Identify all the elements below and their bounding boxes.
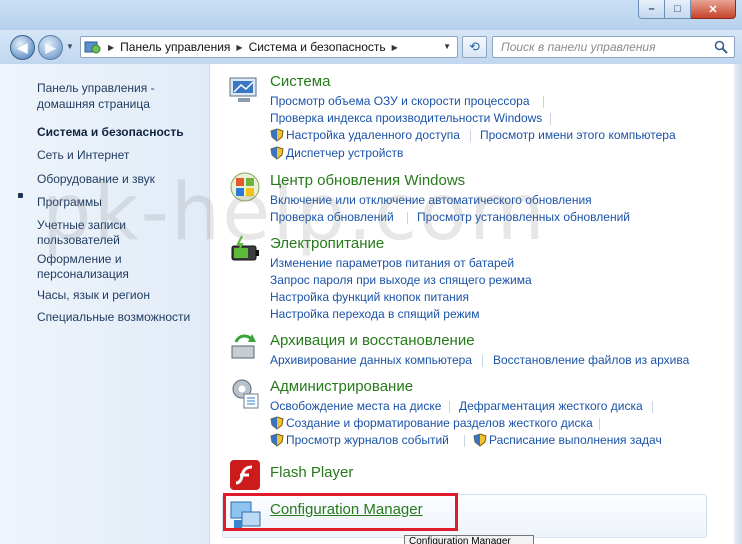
- link-divider: [482, 355, 483, 367]
- sidebar-item-programs[interactable]: Программы: [37, 194, 102, 210]
- navigation-bar: ◀ ▶ ▼ ▶ Панель управления ▶ Система и бе…: [0, 30, 742, 64]
- link-computer-name[interactable]: Просмотр имени этого компьютера: [480, 128, 676, 142]
- back-button[interactable]: ◀: [10, 35, 35, 60]
- breadcrumb-separator-icon[interactable]: ▶: [392, 43, 398, 52]
- link-divider: [550, 113, 551, 125]
- search-input[interactable]: Поиск в панели управления: [492, 36, 735, 58]
- category-title-backup[interactable]: Архивация и восстановление: [270, 332, 475, 349]
- window-controls: – □ ✕: [638, 0, 736, 19]
- breadcrumb-separator-icon[interactable]: ▶: [236, 43, 242, 52]
- refresh-icon: ⟲: [469, 39, 480, 54]
- category-title-power[interactable]: Электропитание: [270, 235, 384, 252]
- tooltip: Configuration Manager: [404, 535, 534, 544]
- windows-update-icon: [230, 172, 260, 202]
- uac-shield-icon: [270, 128, 284, 142]
- link-check-updates[interactable]: Проверка обновлений: [270, 210, 394, 224]
- sidebar-item-home-line2[interactable]: домашняя страница: [37, 96, 150, 112]
- sidebar-item-home[interactable]: Панель управления -: [37, 80, 155, 96]
- category-title-windows-update[interactable]: Центр обновления Windows: [270, 172, 465, 189]
- category-title-system[interactable]: Система: [270, 73, 330, 90]
- link-device-manager[interactable]: Диспетчер устройств: [286, 146, 403, 160]
- link-installed-updates[interactable]: Просмотр установленных обновлений: [417, 210, 630, 224]
- sidebar-item-hardware[interactable]: Оборудование и звук: [37, 171, 155, 187]
- forward-button[interactable]: ▶: [38, 35, 63, 60]
- link-event-logs[interactable]: Просмотр журналов событий: [286, 433, 449, 447]
- sidebar-item-appearance[interactable]: Оформление и: [37, 251, 122, 267]
- link-divider: [407, 212, 408, 224]
- administrative-tools-icon: [232, 379, 259, 409]
- category-title-administration[interactable]: Администрирование: [270, 378, 413, 395]
- sidebar-item-system-security: Система и безопасность: [37, 125, 184, 139]
- link-divider: [599, 418, 600, 430]
- category-title-flash-player[interactable]: Flash Player: [270, 464, 353, 481]
- forward-arrow-icon: ▶: [45, 39, 56, 55]
- control-panel-icon: [84, 39, 102, 55]
- minimize-button[interactable]: –: [638, 0, 665, 19]
- search-icon[interactable]: [714, 40, 728, 54]
- link-sleep-settings[interactable]: Настройка перехода в спящий режим: [270, 307, 479, 321]
- address-dropdown-icon[interactable]: ▼: [443, 42, 451, 51]
- link-disk-cleanup[interactable]: Освобождение места на диске: [270, 399, 441, 413]
- sidebar-item-accounts[interactable]: Учетные записи: [37, 217, 126, 233]
- breadcrumb-separator-icon[interactable]: ▶: [108, 43, 114, 52]
- sidebar: Панель управления - домашняя страница Си…: [0, 64, 210, 544]
- sidebar-item-appearance-line2[interactable]: персонализация: [37, 266, 129, 282]
- current-section-bullet-icon: [18, 193, 23, 198]
- search-placeholder: Поиск в панели управления: [501, 40, 656, 54]
- breadcrumb-system-security[interactable]: Система и безопасность: [249, 40, 386, 54]
- link-defragment[interactable]: Дефрагментация жесткого диска: [459, 399, 643, 413]
- uac-shield-icon: [270, 416, 284, 430]
- maximize-button[interactable]: □: [665, 0, 691, 19]
- breadcrumb-control-panel[interactable]: Панель управления: [120, 40, 230, 54]
- link-remote-access[interactable]: Настройка удаленного доступа: [286, 128, 460, 142]
- link-restore-files[interactable]: Восстановление файлов из архива: [493, 353, 689, 367]
- link-performance-index[interactable]: Проверка индекса производительности Wind…: [270, 111, 542, 125]
- recent-pages-dropdown-icon[interactable]: ▼: [66, 42, 74, 51]
- title-bar: – □ ✕: [0, 0, 742, 32]
- link-disk-partitions[interactable]: Создание и форматирование разделов жестк…: [286, 416, 593, 430]
- link-divider: [543, 96, 544, 108]
- main-content: Система Просмотр объема ОЗУ и скорости п…: [210, 64, 742, 544]
- link-battery-settings[interactable]: Изменение параметров питания от батарей: [270, 256, 514, 270]
- link-divider: [470, 130, 471, 142]
- link-divider: [449, 401, 450, 413]
- link-power-buttons[interactable]: Настройка функций кнопок питания: [270, 290, 469, 304]
- link-wake-password[interactable]: Запрос пароля при выходе из спящего режи…: [270, 273, 532, 287]
- link-divider: [652, 401, 653, 413]
- close-button[interactable]: ✕: [691, 0, 736, 19]
- power-options-icon: [231, 235, 259, 261]
- uac-shield-icon: [270, 146, 284, 160]
- sidebar-item-clock-region[interactable]: Часы, язык и регион: [37, 287, 150, 303]
- system-icon: [229, 77, 257, 102]
- sidebar-item-network[interactable]: Сеть и Интернет: [37, 147, 129, 163]
- scrollbar[interactable]: [734, 64, 742, 544]
- uac-shield-icon: [473, 433, 487, 447]
- sidebar-item-accessibility[interactable]: Специальные возможности: [37, 309, 190, 325]
- uac-shield-icon: [270, 433, 284, 447]
- link-task-scheduler[interactable]: Расписание выполнения задач: [489, 433, 662, 447]
- refresh-button[interactable]: ⟲: [462, 36, 487, 58]
- flash-player-icon: [230, 460, 260, 490]
- backup-restore-icon: [231, 334, 256, 359]
- category-title-configuration-manager[interactable]: Configuration Manager: [270, 501, 423, 518]
- address-bar[interactable]: ▶ Панель управления ▶ Система и безопасн…: [80, 36, 458, 58]
- link-view-ram-cpu[interactable]: Просмотр объема ОЗУ и скорости процессор…: [270, 94, 530, 108]
- back-arrow-icon: ◀: [17, 39, 28, 55]
- link-backup-data[interactable]: Архивирование данных компьютера: [270, 353, 472, 367]
- sidebar-item-accounts-line2[interactable]: пользователей: [37, 232, 120, 248]
- link-divider: [464, 435, 465, 447]
- link-auto-update-toggle[interactable]: Включение или отключение автоматического…: [270, 193, 592, 207]
